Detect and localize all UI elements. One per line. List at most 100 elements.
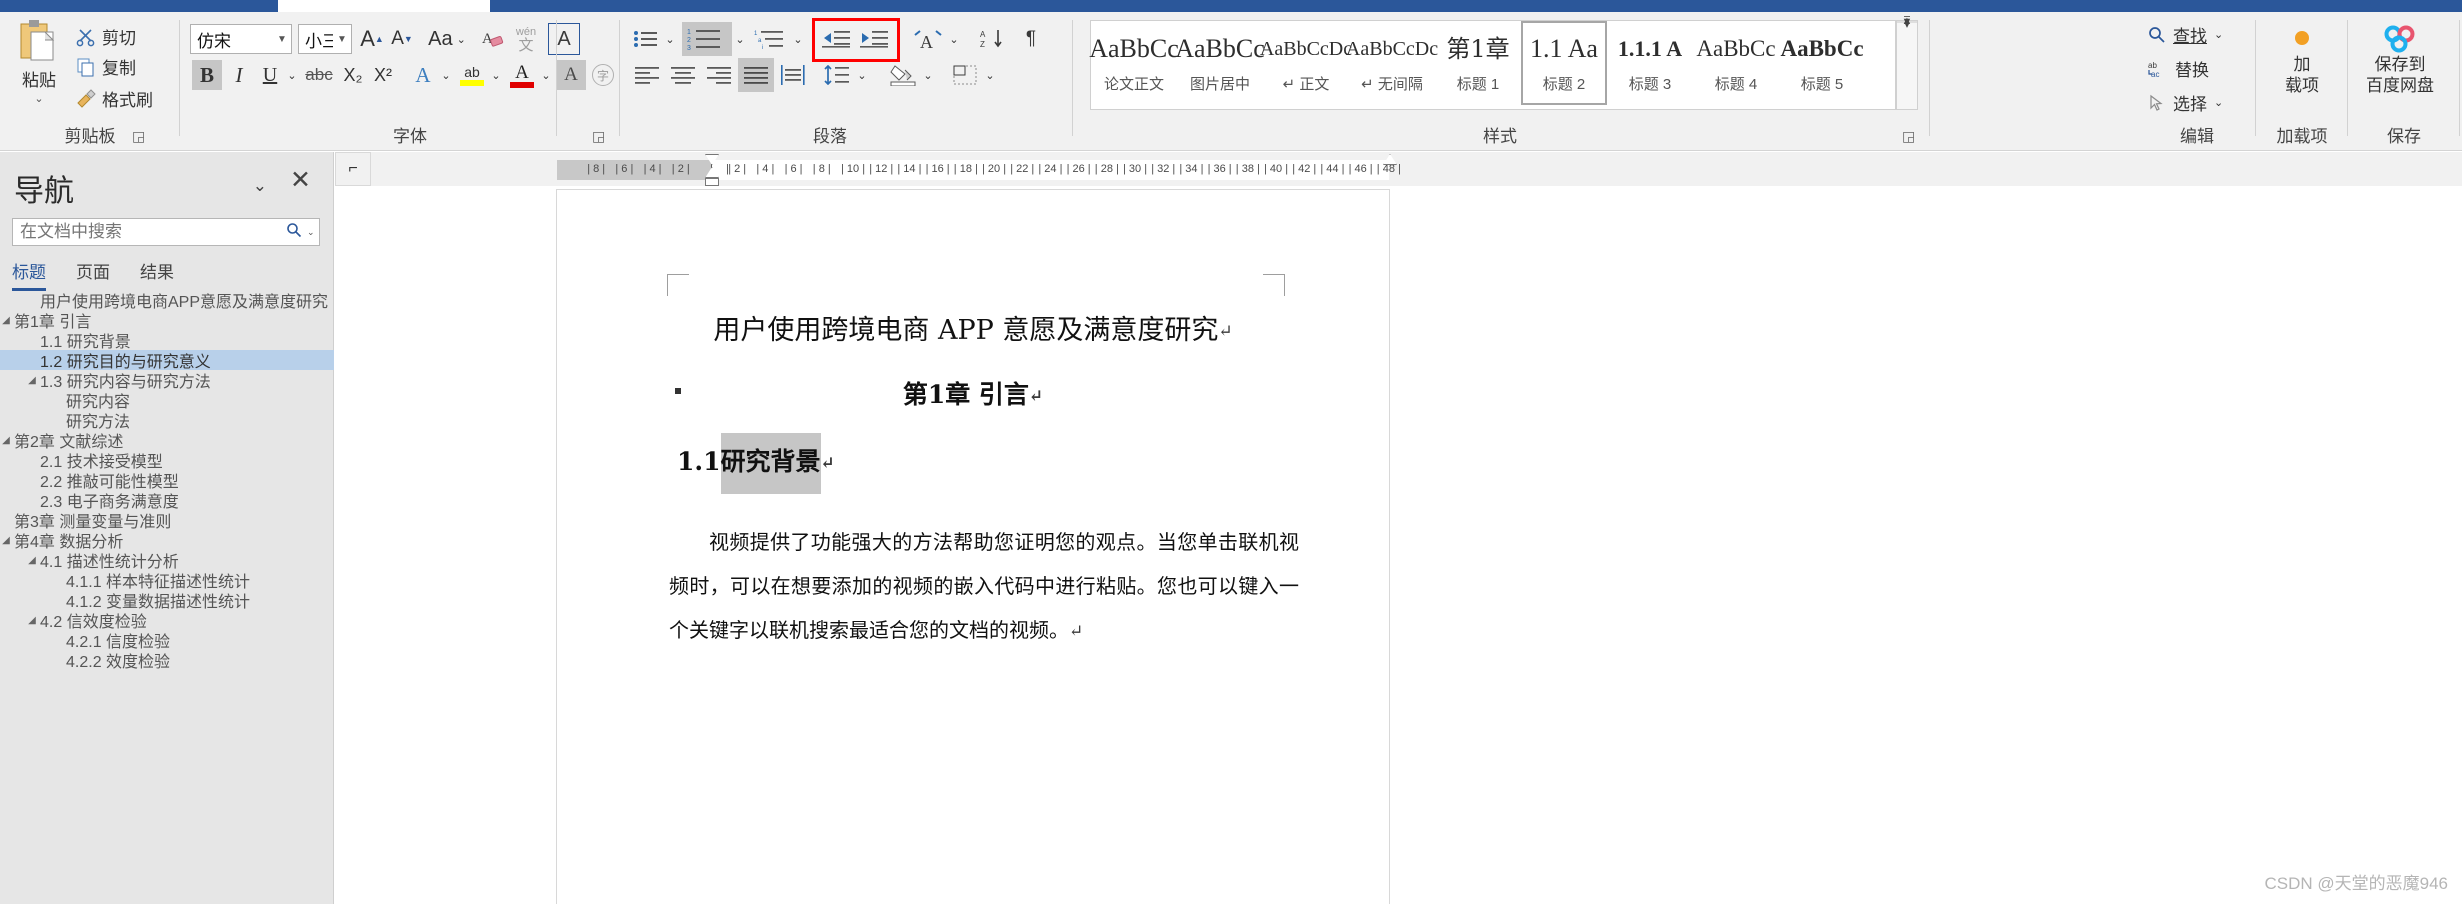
nav-heading-item[interactable]: ◢ 4.1 描述性统计分析 [0, 550, 334, 571]
styles-more-button[interactable]: ▾ [1897, 16, 1917, 31]
align-right-button[interactable] [702, 60, 736, 90]
asian-layout-button[interactable]: A [910, 24, 946, 54]
nav-heading-item[interactable]: ◢ 第2章 文献综述 [0, 430, 334, 451]
text-effects-button[interactable]: A [408, 60, 438, 90]
styles-gallery[interactable]: AaBbCc 论文正文 AaBbCc 图片居中 AaBbCcDc ↵ 正文 Aa… [1089, 20, 1896, 110]
highlight-caret-icon[interactable]: ⌄ [488, 60, 504, 90]
left-indent-marker[interactable] [705, 178, 719, 186]
paste-button[interactable]: 粘贴 ⌄ [8, 18, 70, 122]
navigation-heading-list[interactable]: 用户使用跨境电商APP意愿及满意度研究 ◢ 第1章 引言 1.1 研究背景 1.2 研究… [0, 290, 334, 904]
nav-heading-item[interactable]: 第3章 测量变量与准则 [0, 510, 334, 531]
expand-collapse-triangle-icon[interactable]: ◢ [0, 535, 12, 546]
document-heading1[interactable]: 第1章 引言↵ [557, 375, 1389, 411]
font-name-combo[interactable]: 仿宋 ▼ [190, 24, 292, 54]
expand-collapse-triangle-icon[interactable]: ◢ [0, 435, 12, 446]
chevron-down-icon[interactable]: ▼ [273, 34, 291, 45]
replace-button[interactable]: ab ac 替换 [2148, 56, 2209, 81]
nav-tab-headings[interactable]: 标题 [12, 258, 46, 291]
line-spacing-button[interactable] [820, 60, 854, 90]
enclose-characters-button[interactable]: 字 [588, 60, 618, 90]
document-body-paragraph[interactable]: 视频提供了功能强大的方法帮助您证明您的观点。当您单击联机视频时，可以在想要添加的… [669, 520, 1299, 654]
numbering-button[interactable]: 1 2 3 [682, 22, 732, 56]
font-color-caret-icon[interactable]: ⌄ [538, 60, 554, 90]
style-item[interactable]: 第1章 标题 1 [1435, 21, 1521, 105]
nav-heading-item[interactable]: 用户使用跨境电商APP意愿及满意度研究 [0, 290, 334, 311]
cut-button[interactable]: 剪切 [76, 24, 136, 49]
style-item[interactable]: AaBbCc 图片居中 [1175, 21, 1265, 105]
find-caret-icon[interactable]: ⌄ [2214, 28, 2223, 41]
change-case-button[interactable]: Aa ⌄ [424, 24, 470, 54]
nav-heading-item[interactable]: 2.3 电子商务满意度 [0, 490, 334, 511]
nav-heading-item[interactable]: ◢ 1.3 研究内容与研究方法 [0, 370, 334, 391]
text-effects-caret-icon[interactable]: ⌄ [438, 60, 454, 90]
font-size-combo[interactable]: 小三 ▼ [298, 24, 352, 54]
nav-tab-results[interactable]: 结果 [140, 258, 174, 291]
underline-caret-icon[interactable]: ⌄ [284, 60, 300, 90]
chevron-down-icon[interactable]: ▼ [333, 34, 351, 45]
bold-button[interactable]: B [192, 60, 222, 90]
align-left-button[interactable] [630, 60, 664, 90]
select-button[interactable]: 选择 ⌄ [2148, 90, 2223, 115]
search-icon[interactable] [281, 222, 307, 243]
asian-layout-caret-icon[interactable]: ⌄ [946, 24, 962, 54]
style-item[interactable]: AaBbCc 标题 5 [1779, 21, 1865, 105]
expand-collapse-triangle-icon[interactable]: ◢ [0, 315, 12, 326]
document-page[interactable]: 用户使用跨境电商 APP 意愿及满意度研究↵ 第1章 引言↵ 1.1研究背景↵ … [557, 190, 1389, 904]
format-painter-button[interactable]: 格式刷 [76, 86, 153, 111]
phonetic-guide-button[interactable]: wén 文 [510, 20, 542, 58]
nav-heading-item[interactable]: 4.1.1 样本特征描述性统计 [0, 570, 334, 591]
nav-tab-pages[interactable]: 页面 [76, 258, 110, 291]
multilevel-list-button[interactable]: 1 a i [752, 24, 790, 54]
copy-button[interactable]: 复制 [76, 54, 136, 79]
shrink-font-button[interactable]: A ▼ [388, 24, 416, 54]
nav-heading-item[interactable]: 4.2.1 信度检验 [0, 630, 334, 651]
tab-stop-selector[interactable]: ⌐ [335, 152, 371, 186]
nav-heading-item[interactable]: 4.1.2 变量数据描述性统计 [0, 590, 334, 611]
nav-heading-item[interactable]: 研究方法 [0, 410, 334, 431]
nav-heading-item[interactable]: ◢ 4.2 信效度检验 [0, 610, 334, 631]
nav-heading-item[interactable]: 4.2.2 效度检验 [0, 650, 334, 671]
shading-caret-icon[interactable]: ⌄ [920, 60, 936, 90]
line-spacing-caret-icon[interactable]: ⌄ [854, 60, 870, 90]
select-caret-icon[interactable]: ⌄ [2214, 96, 2223, 109]
nav-heading-item[interactable]: 1.1 研究背景 [0, 330, 334, 351]
distributed-align-button[interactable] [776, 60, 810, 90]
grow-font-button[interactable]: A ▲ [358, 24, 386, 54]
underline-button[interactable]: U [256, 60, 284, 90]
font-dialog-launcher[interactable]: ◲ [592, 128, 605, 145]
styles-scrollbar[interactable]: ▲ ▼ ▾ [1896, 15, 1918, 110]
nav-heading-item[interactable]: 2.2 推敲可能性模型 [0, 470, 334, 491]
borders-button[interactable] [948, 60, 982, 90]
align-center-button[interactable] [666, 60, 700, 90]
character-border-button[interactable]: A [548, 23, 580, 55]
document-title-paragraph[interactable]: 用户使用跨境电商 APP 意愿及满意度研究↵ [557, 308, 1389, 347]
shading-button[interactable] [886, 60, 920, 90]
clipboard-dialog-launcher[interactable]: ◲ [132, 128, 145, 145]
borders-caret-icon[interactable]: ⌄ [982, 60, 998, 90]
styles-dialog-launcher[interactable]: ◲ [1902, 128, 1915, 145]
subscript-button[interactable]: X₂ [338, 60, 368, 90]
multilevel-caret-icon[interactable]: ⌄ [790, 24, 806, 54]
bullets-caret-icon[interactable]: ⌄ [662, 24, 678, 54]
find-button[interactable]: 查找 ⌄ [2148, 22, 2223, 47]
justify-button[interactable] [738, 58, 774, 92]
style-item[interactable]: AaBbCcDc ↵ 无间隔 [1346, 21, 1438, 105]
navigation-search-box[interactable]: ⌄ [12, 218, 320, 246]
nav-heading-item[interactable]: 2.1 技术接受模型 [0, 450, 334, 471]
document-heading2[interactable]: 1.1研究背景↵ [677, 433, 835, 494]
navigation-close-icon[interactable]: ✕ [290, 168, 311, 193]
style-item[interactable]: AaBbCcDc ↵ 正文 [1260, 21, 1352, 105]
nav-heading-item[interactable]: 研究内容 [0, 390, 334, 411]
addins-button[interactable]: 加 载项 [2266, 28, 2338, 96]
nav-heading-item[interactable]: ◢ 第4章 数据分析 [0, 530, 334, 551]
expand-collapse-triangle-icon[interactable]: ◢ [26, 615, 38, 626]
save-to-baidu-button[interactable]: 保存到 百度网盘 [2364, 24, 2436, 96]
style-item[interactable]: 1.1.1 A 标题 3 [1607, 21, 1693, 105]
style-item[interactable]: AaBbCc 标题 4 [1693, 21, 1779, 105]
clear-formatting-button[interactable]: A [478, 24, 508, 54]
search-input[interactable] [13, 219, 281, 245]
font-color-button[interactable]: A [506, 58, 538, 92]
bullets-button[interactable] [630, 24, 662, 54]
navigation-options-chevron-icon[interactable]: ⌄ [253, 176, 267, 196]
strikethrough-button[interactable]: abc [302, 60, 336, 90]
